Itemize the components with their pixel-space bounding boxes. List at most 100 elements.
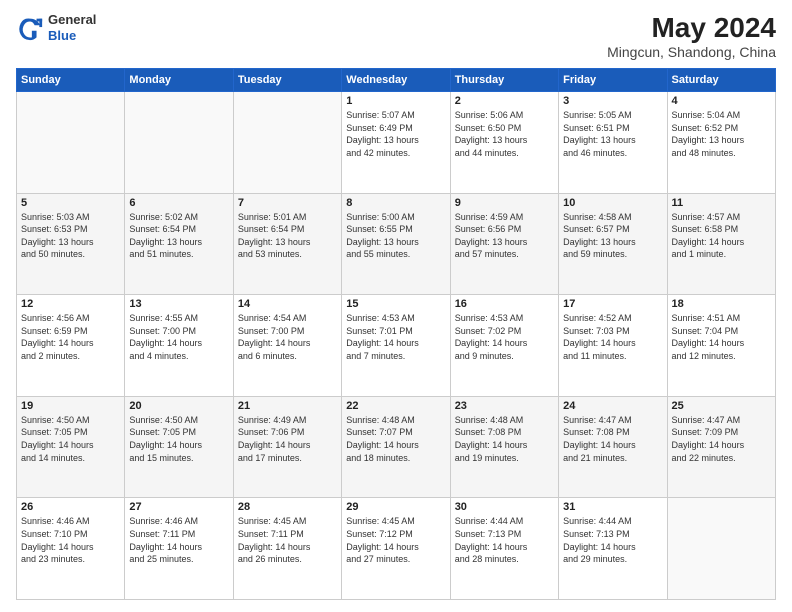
calendar-header: SundayMondayTuesdayWednesdayThursdayFrid… (17, 69, 776, 92)
day-header-tuesday: Tuesday (233, 69, 341, 92)
day-info: Sunrise: 4:48 AMSunset: 7:07 PMDaylight:… (346, 414, 445, 464)
day-number: 31 (563, 501, 662, 513)
day-number: 24 (563, 400, 662, 412)
calendar-cell: 7 Sunrise: 5:01 AMSunset: 6:54 PMDaylight… (233, 193, 341, 295)
day-header-saturday: Saturday (667, 69, 775, 92)
calendar-cell (17, 92, 125, 194)
logo-general: General (48, 12, 96, 28)
day-info: Sunrise: 4:52 AMSunset: 7:03 PMDaylight:… (563, 312, 662, 362)
calendar-cell (125, 92, 233, 194)
day-number: 19 (21, 400, 120, 412)
day-number: 29 (346, 501, 445, 513)
day-info: Sunrise: 4:56 AMSunset: 6:59 PMDaylight:… (21, 312, 120, 362)
day-number: 30 (455, 501, 554, 513)
day-number: 1 (346, 95, 445, 107)
logo-icon (16, 14, 44, 42)
calendar-cell: 9 Sunrise: 4:59 AMSunset: 6:56 PMDaylight… (450, 193, 558, 295)
logo-text: General Blue (48, 12, 96, 43)
day-number: 6 (129, 197, 228, 209)
calendar-cell: 12 Sunrise: 4:56 AMSunset: 6:59 PMDayligh… (17, 295, 125, 397)
day-number: 8 (346, 197, 445, 209)
main-title: May 2024 (607, 12, 776, 44)
calendar-cell: 17Sunrise: 4:52 AMSunset: 7:03 PMDayligh… (559, 295, 667, 397)
day-info: Sunrise: 4:59 AMSunset: 6:56 PMDaylight:… (455, 211, 554, 261)
day-number: 2 (455, 95, 554, 107)
calendar-body: 1 Sunrise: 5:07 AMSunset: 6:49 PMDaylight… (17, 92, 776, 600)
calendar-cell: 10Sunrise: 4:58 AMSunset: 6:57 PMDayligh… (559, 193, 667, 295)
day-header-friday: Friday (559, 69, 667, 92)
week-row-2: 12 Sunrise: 4:56 AMSunset: 6:59 PMDayligh… (17, 295, 776, 397)
calendar-cell: 24 Sunrise: 4:47 AMSunset: 7:08 PMDayligh… (559, 396, 667, 498)
day-header-thursday: Thursday (450, 69, 558, 92)
day-number: 23 (455, 400, 554, 412)
day-info: Sunrise: 4:49 AMSunset: 7:06 PMDaylight:… (238, 414, 337, 464)
calendar-cell: 25 Sunrise: 4:47 AMSunset: 7:09 PMDayligh… (667, 396, 775, 498)
title-block: May 2024 Mingcun, Shandong, China (607, 12, 776, 60)
day-info: Sunrise: 4:47 AMSunset: 7:09 PMDaylight:… (672, 414, 771, 464)
day-number: 7 (238, 197, 337, 209)
day-info: Sunrise: 4:45 AMSunset: 7:11 PMDaylight:… (238, 515, 337, 565)
day-number: 12 (21, 298, 120, 310)
day-info: Sunrise: 4:46 AMSunset: 7:11 PMDaylight:… (129, 515, 228, 565)
week-row-1: 5Sunrise: 5:03 AMSunset: 6:53 PMDaylight… (17, 193, 776, 295)
week-row-0: 1 Sunrise: 5:07 AMSunset: 6:49 PMDaylight… (17, 92, 776, 194)
day-info: Sunrise: 4:50 AMSunset: 7:05 PMDaylight:… (21, 414, 120, 464)
calendar-cell: 20 Sunrise: 4:50 AMSunset: 7:05 PMDayligh… (125, 396, 233, 498)
calendar-cell: 28 Sunrise: 4:45 AMSunset: 7:11 PMDayligh… (233, 498, 341, 600)
day-number: 5 (21, 197, 120, 209)
calendar-cell: 14Sunrise: 4:54 AMSunset: 7:00 PMDayligh… (233, 295, 341, 397)
day-info: Sunrise: 4:55 AMSunset: 7:00 PMDaylight:… (129, 312, 228, 362)
day-number: 18 (672, 298, 771, 310)
day-number: 26 (21, 501, 120, 513)
day-info: Sunrise: 4:54 AMSunset: 7:00 PMDaylight:… (238, 312, 337, 362)
day-info: Sunrise: 5:04 AMSunset: 6:52 PMDaylight:… (672, 109, 771, 159)
calendar-cell: 11Sunrise: 4:57 AMSunset: 6:58 PMDayligh… (667, 193, 775, 295)
day-number: 13 (129, 298, 228, 310)
day-info: Sunrise: 4:53 AMSunset: 7:01 PMDaylight:… (346, 312, 445, 362)
day-number: 27 (129, 501, 228, 513)
day-number: 9 (455, 197, 554, 209)
day-header-monday: Monday (125, 69, 233, 92)
day-header-sunday: Sunday (17, 69, 125, 92)
header-row: SundayMondayTuesdayWednesdayThursdayFrid… (17, 69, 776, 92)
sub-title: Mingcun, Shandong, China (607, 44, 776, 60)
calendar-cell: 23Sunrise: 4:48 AMSunset: 7:08 PMDayligh… (450, 396, 558, 498)
day-number: 25 (672, 400, 771, 412)
day-number: 15 (346, 298, 445, 310)
day-info: Sunrise: 4:46 AMSunset: 7:10 PMDaylight:… (21, 515, 120, 565)
calendar-cell: 21Sunrise: 4:49 AMSunset: 7:06 PMDayligh… (233, 396, 341, 498)
calendar-cell: 19 Sunrise: 4:50 AMSunset: 7:05 PMDayligh… (17, 396, 125, 498)
day-info: Sunrise: 5:00 AMSunset: 6:55 PMDaylight:… (346, 211, 445, 261)
calendar-cell: 13 Sunrise: 4:55 AMSunset: 7:00 PMDayligh… (125, 295, 233, 397)
day-info: Sunrise: 4:45 AMSunset: 7:12 PMDaylight:… (346, 515, 445, 565)
calendar-cell: 5Sunrise: 5:03 AMSunset: 6:53 PMDaylight… (17, 193, 125, 295)
calendar-cell (667, 498, 775, 600)
week-row-3: 19 Sunrise: 4:50 AMSunset: 7:05 PMDayligh… (17, 396, 776, 498)
calendar-cell: 22Sunrise: 4:48 AMSunset: 7:07 PMDayligh… (342, 396, 450, 498)
calendar-cell: 18Sunrise: 4:51 AMSunset: 7:04 PMDayligh… (667, 295, 775, 397)
day-number: 11 (672, 197, 771, 209)
day-info: Sunrise: 4:47 AMSunset: 7:08 PMDaylight:… (563, 414, 662, 464)
calendar-cell: 4 Sunrise: 5:04 AMSunset: 6:52 PMDaylight… (667, 92, 775, 194)
logo-blue: Blue (48, 28, 96, 44)
day-number: 16 (455, 298, 554, 310)
day-info: Sunrise: 4:44 AMSunset: 7:13 PMDaylight:… (455, 515, 554, 565)
day-number: 4 (672, 95, 771, 107)
day-number: 20 (129, 400, 228, 412)
calendar-cell: 15 Sunrise: 4:53 AMSunset: 7:01 PMDayligh… (342, 295, 450, 397)
calendar-cell: 30 Sunrise: 4:44 AMSunset: 7:13 PMDayligh… (450, 498, 558, 600)
week-row-4: 26 Sunrise: 4:46 AMSunset: 7:10 PMDayligh… (17, 498, 776, 600)
calendar-cell: 16 Sunrise: 4:53 AMSunset: 7:02 PMDayligh… (450, 295, 558, 397)
page: General Blue May 2024 Mingcun, Shandong,… (0, 0, 792, 612)
day-number: 28 (238, 501, 337, 513)
day-info: Sunrise: 4:50 AMSunset: 7:05 PMDaylight:… (129, 414, 228, 464)
calendar-cell: 6Sunrise: 5:02 AMSunset: 6:54 PMDaylight… (125, 193, 233, 295)
day-info: Sunrise: 4:44 AMSunset: 7:13 PMDaylight:… (563, 515, 662, 565)
day-info: Sunrise: 5:06 AMSunset: 6:50 PMDaylight:… (455, 109, 554, 159)
calendar-cell: 2 Sunrise: 5:06 AMSunset: 6:50 PMDaylight… (450, 92, 558, 194)
day-info: Sunrise: 4:53 AMSunset: 7:02 PMDaylight:… (455, 312, 554, 362)
day-info: Sunrise: 5:01 AMSunset: 6:54 PMDaylight:… (238, 211, 337, 261)
calendar-cell: 31 Sunrise: 4:44 AMSunset: 7:13 PMDayligh… (559, 498, 667, 600)
day-info: Sunrise: 5:07 AMSunset: 6:49 PMDaylight:… (346, 109, 445, 159)
calendar-table: SundayMondayTuesdayWednesdayThursdayFrid… (16, 68, 776, 600)
